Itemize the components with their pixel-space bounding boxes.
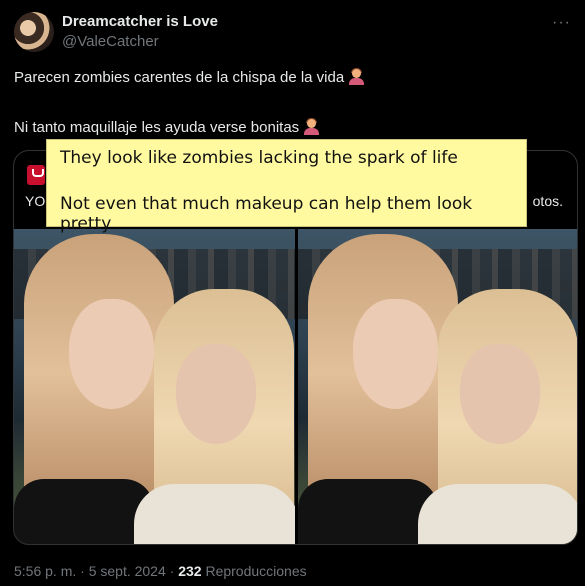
translation-line-1: They look like zombies lacking the spark… bbox=[60, 148, 458, 168]
timestamp[interactable]: 5:56 p. m. · 5 sept. 2024 · bbox=[14, 563, 174, 579]
photo-left[interactable] bbox=[14, 229, 295, 544]
photo-right[interactable] bbox=[298, 229, 577, 544]
views-count: 232 bbox=[178, 563, 202, 579]
views-label: Reproducciones bbox=[205, 563, 307, 579]
user-handle[interactable]: @ValeCatcher bbox=[62, 33, 159, 50]
quoted-text-start: YO bbox=[25, 193, 46, 209]
tweet-text-2: Ni tanto maquillaje les ayuda verse boni… bbox=[14, 119, 300, 136]
more-options-icon[interactable]: ··· bbox=[552, 14, 571, 32]
avatar[interactable] bbox=[14, 12, 54, 52]
quoted-text-end: otos. bbox=[532, 193, 563, 209]
translation-line-2: Not even that much makeup can help them … bbox=[60, 194, 473, 234]
source-logo-icon bbox=[27, 165, 45, 185]
tweet-footer: 5:56 p. m. · 5 sept. 2024 · 232 Reproduc… bbox=[14, 563, 307, 579]
display-name[interactable]: Dreamcatcher is Love bbox=[62, 13, 218, 30]
woman-tipping-hand-icon bbox=[348, 68, 365, 85]
tweet-text-line-1: Parecen zombies carentes de la chispa de… bbox=[14, 68, 365, 86]
woman-tipping-hand-icon bbox=[303, 118, 320, 135]
tweet-text-1: Parecen zombies carentes de la chispa de… bbox=[14, 69, 345, 86]
translation-overlay: They look like zombies lacking the spark… bbox=[46, 139, 527, 234]
tweet-header: Dreamcatcher is Love @ValeCatcher ··· bbox=[14, 12, 571, 52]
tweet-text-line-2: Ni tanto maquillaje les ayuda verse boni… bbox=[14, 118, 320, 136]
